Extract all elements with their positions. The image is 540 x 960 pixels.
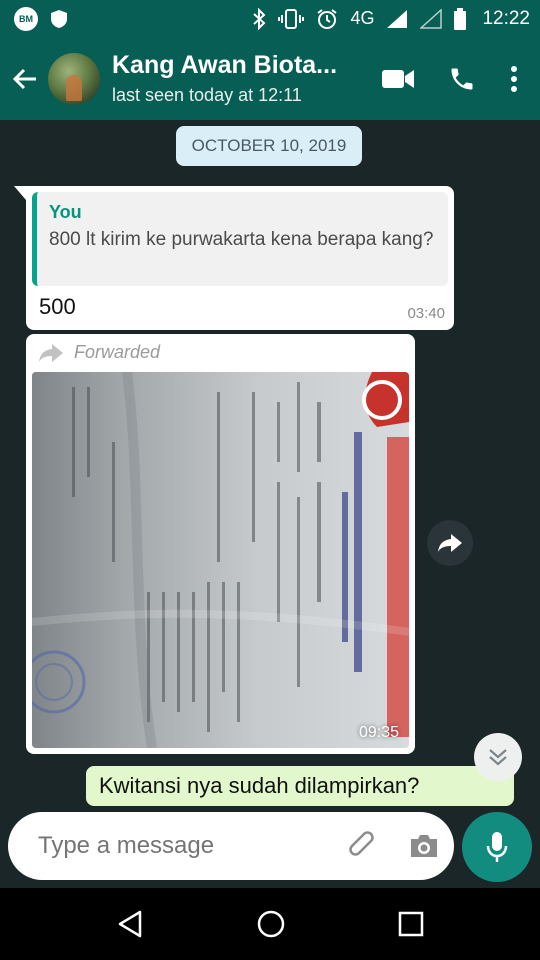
video-call-icon[interactable] xyxy=(382,68,414,90)
system-navigation-bar xyxy=(0,888,540,960)
signal-empty-icon xyxy=(420,8,443,29)
status-time: 12:22 xyxy=(482,7,530,29)
contact-info[interactable]: Kang Awan Biota... last seen today at 12… xyxy=(112,51,382,106)
more-options-icon[interactable] xyxy=(510,65,518,92)
contact-name: Kang Awan Biota... xyxy=(112,51,338,79)
shipping-receipt-photo[interactable]: 09:35 xyxy=(32,372,409,748)
chat-header: Kang Awan Biota... last seen today at 12… xyxy=(0,37,540,120)
nav-home-icon[interactable] xyxy=(256,909,286,939)
incoming-message[interactable]: You 800 lt kirim ke purwakarta kena bera… xyxy=(14,186,454,330)
attachment-icon[interactable] xyxy=(348,830,378,862)
vibrate-icon xyxy=(278,8,305,29)
date-chip: OCTOBER 10, 2019 xyxy=(176,126,362,166)
voice-message-button[interactable] xyxy=(462,812,532,882)
shield-icon xyxy=(51,9,67,28)
double-chevron-down-icon xyxy=(489,749,507,766)
message-input[interactable] xyxy=(38,832,348,860)
nav-back-icon[interactable] xyxy=(116,909,144,939)
arrow-left-icon xyxy=(12,68,36,89)
last-seen-status: last seen today at 12:11 xyxy=(112,85,302,105)
network-type-label: 4G xyxy=(350,8,375,28)
message-text: 500 xyxy=(39,294,76,319)
forward-arrow-icon xyxy=(39,343,63,362)
microphone-icon xyxy=(486,832,508,862)
chat-area[interactable]: OCTOBER 10, 2019 You 800 lt kirim ke pur… xyxy=(0,120,540,888)
app-notification-icon: BM xyxy=(14,6,38,31)
photo-time: 09:35 xyxy=(358,724,399,741)
quoted-text: 800 lt kirim ke purwakarta kena berapa k… xyxy=(49,229,434,250)
battery-icon xyxy=(454,7,467,30)
quoted-message[interactable]: You 800 lt kirim ke purwakarta kena bera… xyxy=(32,192,448,286)
bubble-tail xyxy=(14,186,26,200)
message-time: 03:40 xyxy=(407,305,445,322)
voice-call-icon[interactable] xyxy=(448,65,476,93)
contact-avatar[interactable] xyxy=(48,52,100,105)
back-button[interactable] xyxy=(2,37,48,120)
status-bar: BM 4G 12:22 xyxy=(0,0,540,37)
camera-icon[interactable] xyxy=(408,832,440,860)
scroll-to-bottom-button[interactable] xyxy=(474,733,522,781)
bluetooth-icon xyxy=(253,7,266,30)
forwarded-text: Forwarded xyxy=(74,342,161,362)
quoted-author: You xyxy=(49,202,82,222)
forward-button[interactable] xyxy=(427,520,473,566)
forwarded-label: Forwarded xyxy=(38,342,160,363)
signal-icon xyxy=(387,9,408,28)
alarm-icon xyxy=(317,8,338,29)
share-arrow-icon xyxy=(438,534,462,552)
message-composer xyxy=(8,812,454,880)
message-text: Kwitansi nya sudah dilampirkan? xyxy=(99,773,420,798)
outgoing-message[interactable]: Kwitansi nya sudah dilampirkan? xyxy=(86,766,514,806)
incoming-image-message[interactable]: Forwarded 09:35 xyxy=(26,334,415,754)
nav-recents-icon[interactable] xyxy=(398,911,424,937)
